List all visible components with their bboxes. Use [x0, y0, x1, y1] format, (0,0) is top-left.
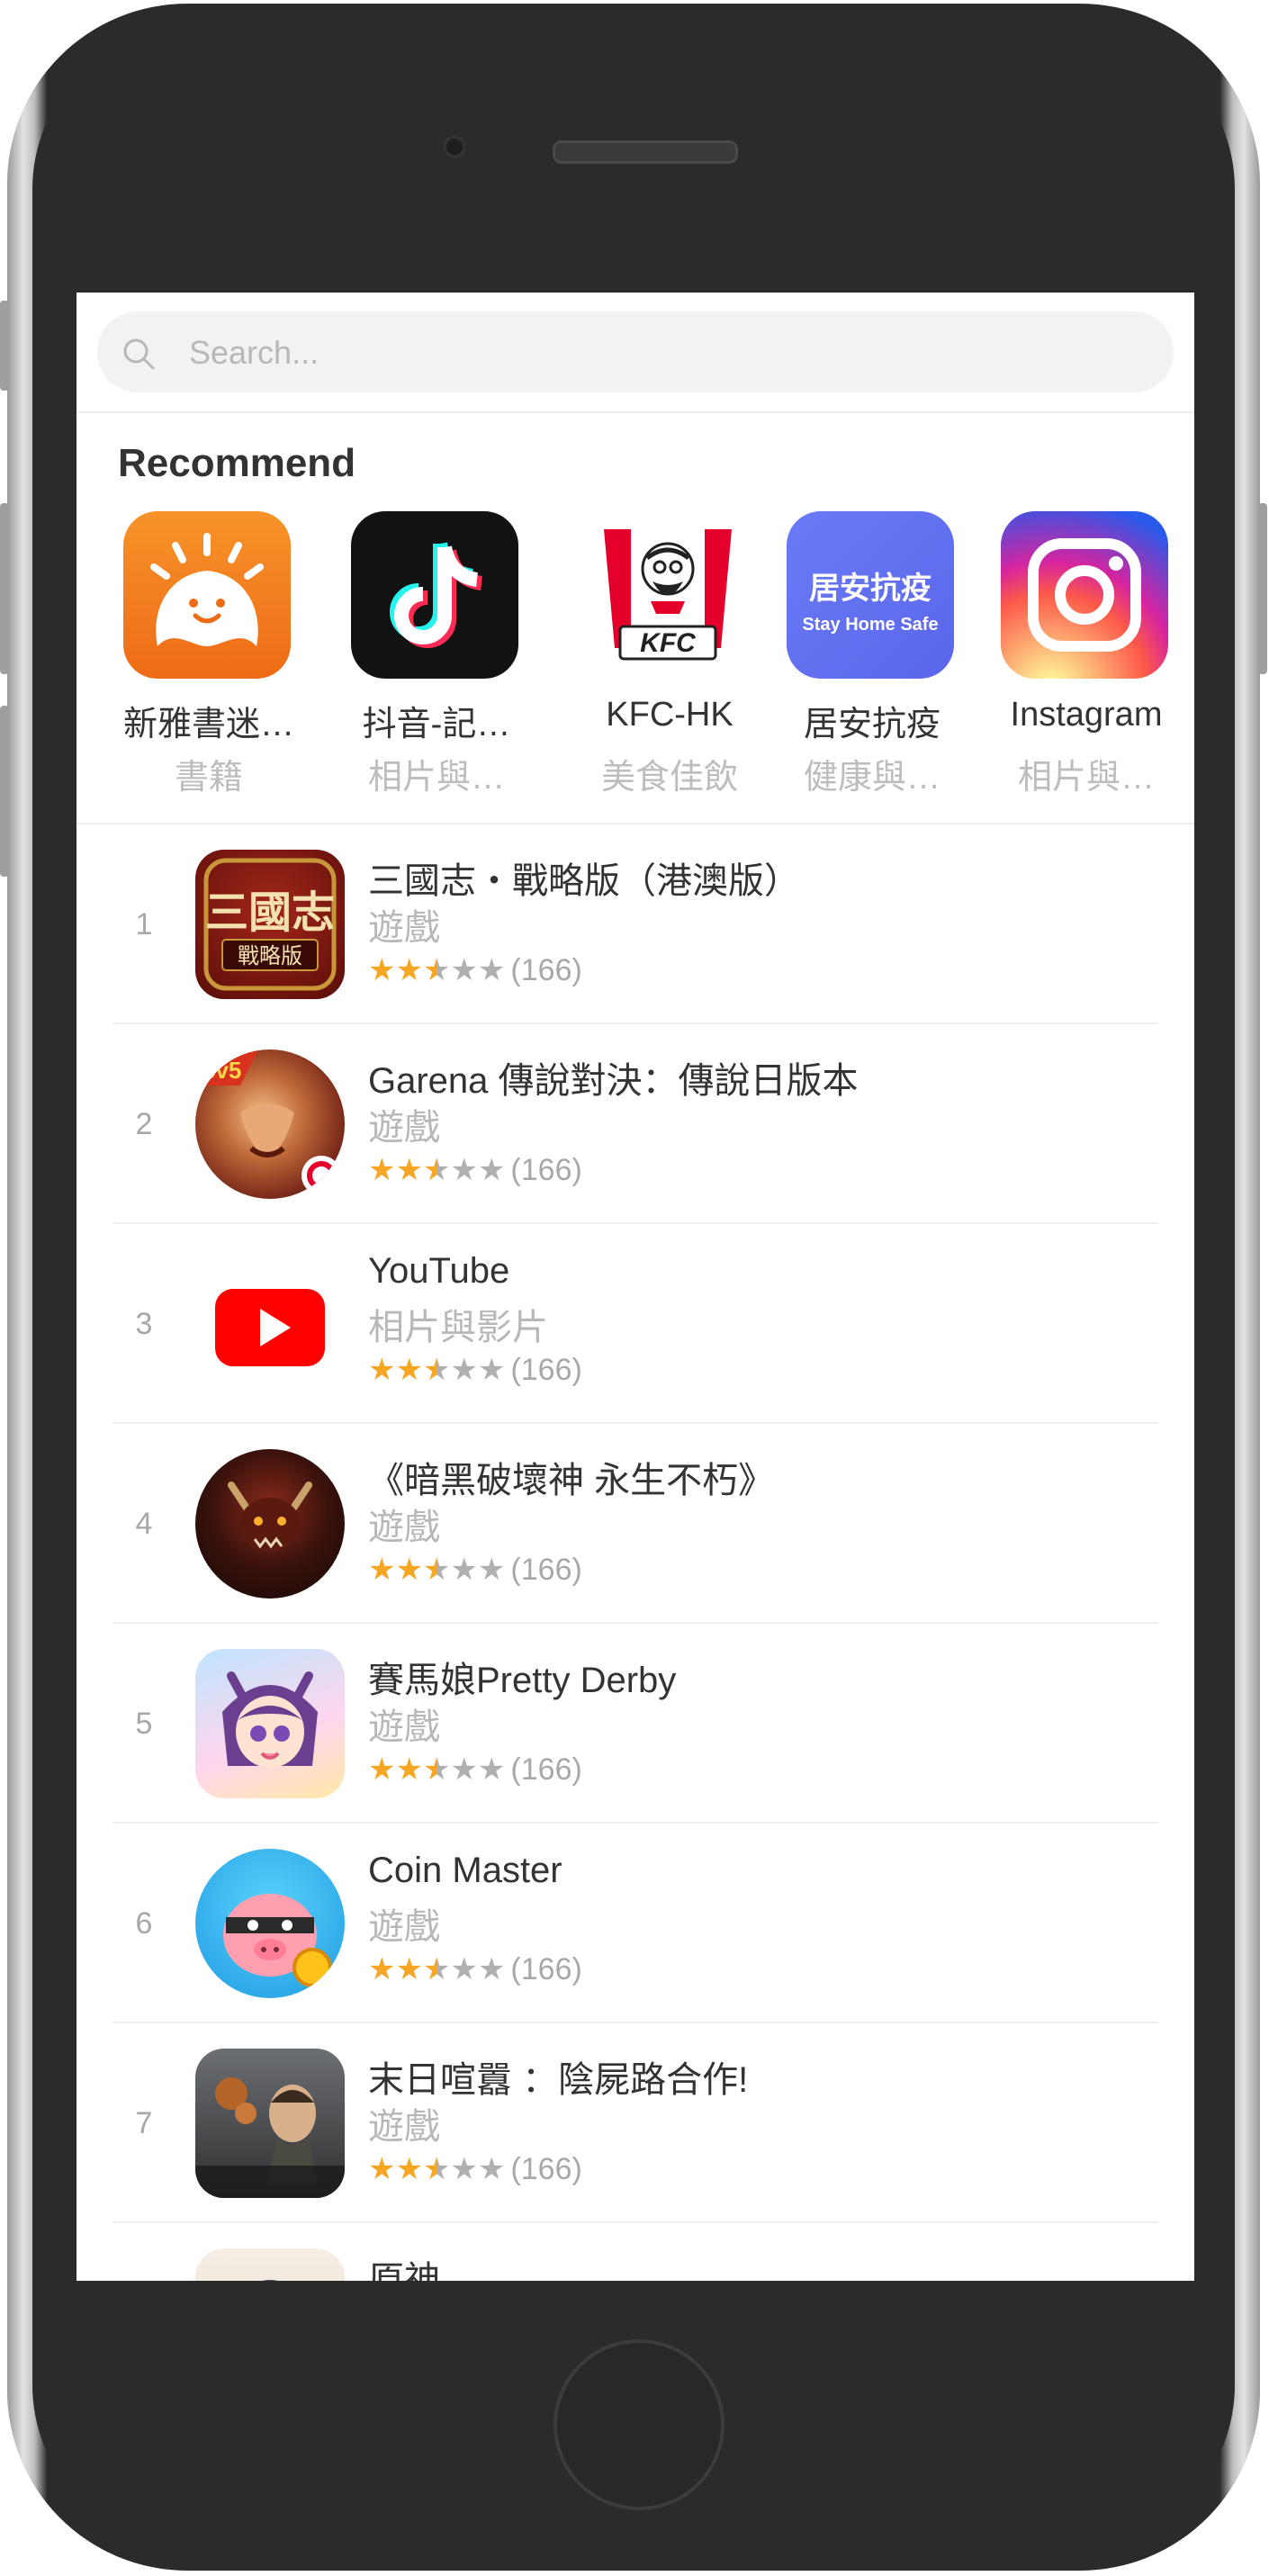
recommend-item-name: 新雅書迷… — [122, 706, 294, 743]
app-name: 末日喧囂 ：陰屍路合作! — [368, 2060, 749, 2100]
app-category: 遊戲 — [368, 2107, 440, 2147]
list-item[interactable]: 6 Coin Master 遊戲 ★★★★★ (166) — [76, 1824, 1194, 2023]
uma-musume-icon — [195, 1649, 345, 1798]
rating-count: (166) — [510, 1553, 582, 1587]
stay-home-safe-icon-title: 居安抗疫 — [809, 572, 932, 606]
star-rating: ★★★★★ (166) — [368, 1153, 582, 1187]
app-category: 相片與影片 — [368, 1308, 548, 1347]
rating-count: (166) — [510, 2152, 582, 2186]
app-name: 《暗黑破壞神 永生不朽》 — [368, 1461, 775, 1500]
stay-home-safe-icon-subtitle: Stay Home Safe — [802, 615, 939, 635]
rating-count: (166) — [510, 1153, 582, 1187]
front-camera — [443, 135, 466, 158]
app-name: Coin Master — [368, 1851, 562, 1890]
app-category: 遊戲 — [368, 1907, 440, 1947]
list-item[interactable]: 5 賽馬娘Pretty Derby 遊戲 ★★★★★ (166) — [76, 1624, 1194, 1824]
diablo-icon — [195, 1449, 345, 1599]
earpiece-speaker — [553, 140, 738, 164]
phone-frame: Recommend 新雅書迷… 書籍 — [0, 4, 1267, 2571]
youtube-icon — [195, 1249, 345, 1399]
search-icon — [123, 338, 155, 370]
search-bar — [76, 293, 1194, 413]
search-input[interactable] — [187, 311, 1136, 394]
star-rating: ★★★★★ (166) — [368, 1553, 582, 1587]
recommend-item-category: 健康與… — [803, 759, 940, 797]
svg-text:戰略版: 戰略版 — [238, 943, 302, 968]
recommend-heading: Recommend — [118, 441, 356, 485]
app-name: Garena 傳說對決：傳說日版本 — [368, 1061, 859, 1101]
list-item[interactable]: 7 末日喧囂 ：陰屍路合作! 遊戲 ★★★★★ (166) — [76, 2023, 1194, 2223]
star-rating: ★★★★★ (166) — [368, 1952, 582, 1986]
app-category: 遊戲 — [368, 1508, 440, 1547]
volume-down-button — [0, 706, 9, 877]
star-rating: ★★★★★ (166) — [368, 2152, 582, 2186]
sangokushi-icon: 三國志 戰略版 — [195, 850, 345, 999]
rating-count: (166) — [510, 1952, 582, 1986]
svg-text:三國志: 三國志 — [205, 887, 335, 938]
app-name: YouTube — [368, 1251, 510, 1291]
app-category: 遊戲 — [368, 1108, 440, 1148]
home-button[interactable] — [554, 2339, 724, 2510]
mute-switch — [0, 301, 9, 391]
search-box[interactable] — [97, 311, 1174, 394]
garena-aov-icon: 5v5 — [195, 1049, 345, 1199]
star-rating: ★★★★★ (166) — [368, 953, 582, 987]
list-item[interactable]: 4 《暗黑破壞神 永生不朽》 遊戲 ★★★★★ (166) — [76, 1424, 1194, 1624]
app-category: 遊戲 — [368, 1707, 440, 1747]
recommend-item-category: 相片與… — [1017, 759, 1155, 797]
rank-number: 6 — [135, 1906, 153, 1941]
rating-count: (166) — [510, 1752, 582, 1787]
rank-number: 5 — [135, 1707, 153, 1741]
list-item[interactable]: 2 5v5 Garena 傳說對決：傳說日版本 遊戲 ★★★★★ (166) — [76, 1024, 1194, 1224]
volume-up-button — [0, 503, 9, 674]
app-category: 遊戲 — [368, 908, 440, 948]
list-item[interactable]: 3 YouTube 相片與影片 ★★★★★ (166) — [76, 1224, 1194, 1424]
rating-count: (166) — [510, 953, 582, 987]
recommend-item-name: Instagram — [1010, 696, 1163, 734]
rank-number: 1 — [135, 907, 153, 941]
svg-text:5v5: 5v5 — [202, 1057, 241, 1084]
app-name: 原神 — [368, 2260, 440, 2281]
list-item[interactable]: 原神 — [76, 2223, 1194, 2281]
instagram-icon — [1001, 511, 1168, 679]
recommend-item-category: 相片與… — [367, 759, 505, 797]
rank-number: 2 — [135, 1107, 153, 1141]
app-name: 三國志・戰略版（港澳版） — [368, 861, 800, 901]
recommend-item-name: 抖音-記… — [362, 706, 511, 743]
coin-master-icon — [195, 1849, 345, 1998]
rank-number: 3 — [135, 1307, 153, 1341]
genshin-icon — [195, 2248, 345, 2281]
kfc-logo-icon: KFC — [584, 511, 752, 679]
recommend-item-name: KFC-HK — [606, 696, 734, 734]
sunny-face-icon — [123, 511, 291, 679]
recommend-item-category: 書籍 — [174, 759, 243, 797]
power-button — [1258, 503, 1267, 674]
app-name: 賽馬娘Pretty Derby — [368, 1661, 677, 1700]
stay-home-safe-icon: 居安抗疫 Stay Home Safe — [787, 511, 954, 679]
tiktok-icon — [351, 511, 518, 679]
rank-number: 4 — [135, 1507, 153, 1541]
rank-number: 7 — [135, 2106, 153, 2140]
list-item[interactable]: 1 三國志 戰略版 三國志・戰略版（港澳版） 遊戲 ★★★★★ (166) — [76, 824, 1194, 1024]
star-rating: ★★★★★ (166) — [368, 1353, 582, 1387]
recommend-item-category: 美食佳飲 — [600, 759, 738, 797]
svg-text:KFC: KFC — [640, 628, 697, 658]
app-store-screen: Recommend 新雅書迷… 書籍 — [76, 293, 1194, 2281]
star-rating: ★★★★★ (166) — [368, 1752, 582, 1787]
recommend-item-name: 居安抗疫 — [803, 706, 940, 743]
walking-dead-icon — [195, 2049, 345, 2198]
rating-count: (166) — [510, 1353, 582, 1387]
